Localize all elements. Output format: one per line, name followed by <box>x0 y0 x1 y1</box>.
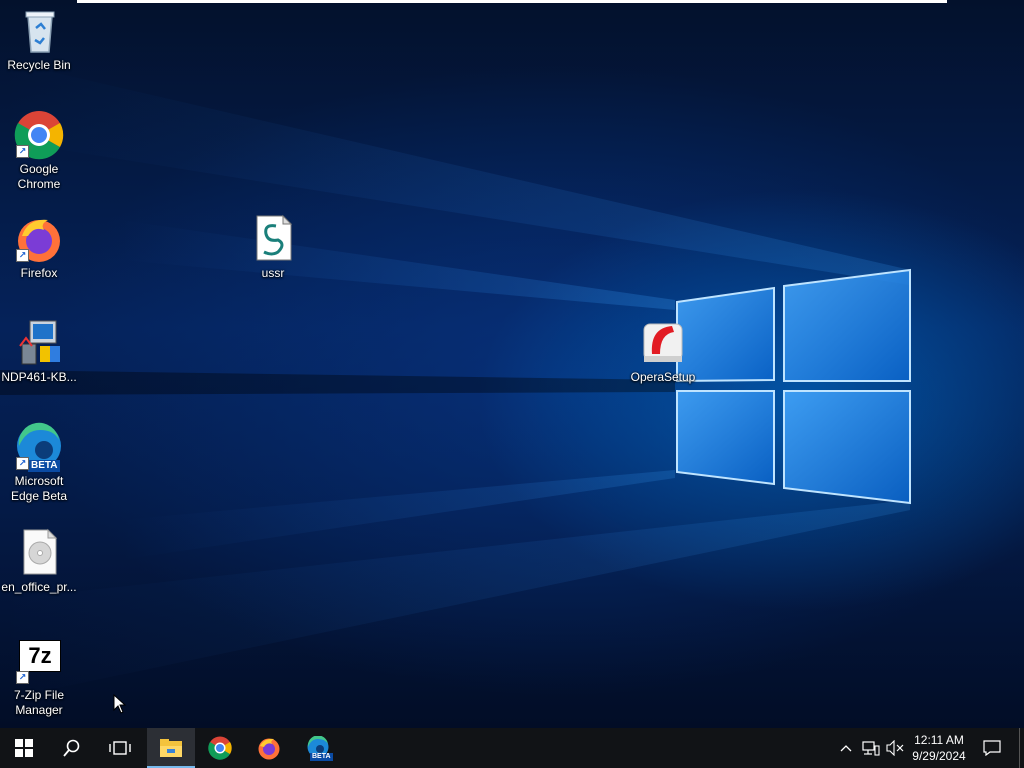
network-button[interactable] <box>860 728 882 768</box>
desktop-icon-label: Microsoft Edge Beta <box>10 474 68 503</box>
search-icon <box>63 739 80 757</box>
network-icon <box>862 741 880 756</box>
task-view-button[interactable] <box>96 728 144 768</box>
chevron-up-icon <box>840 745 852 752</box>
firefox-icon: ↗ <box>14 214 64 264</box>
taskbar-edge-beta[interactable]: BETA <box>294 728 342 768</box>
task-view-icon <box>109 741 131 755</box>
desktop-icon-office-iso[interactable]: en_office_pr... <box>0 528 79 595</box>
7zip-icon: 7z ↗ <box>14 636 64 686</box>
chrome-icon: ↗ <box>14 110 64 160</box>
taskbar-chrome[interactable] <box>196 728 244 768</box>
beta-badge: BETA <box>28 460 61 472</box>
desktop-icon-7zip-file-manager[interactable]: 7z ↗ 7-Zip File Manager <box>0 636 79 718</box>
desktop-icon-label: OperaSetup <box>630 370 696 384</box>
desktop-icon-operasetup[interactable]: OperaSetup <box>623 318 703 385</box>
folder-icon <box>160 739 182 757</box>
recycle-bin-icon <box>14 6 64 56</box>
show-desktop-button[interactable] <box>1019 728 1024 768</box>
volume-button[interactable] <box>884 728 906 768</box>
desktop-icon-label: Recycle Bin <box>7 58 71 72</box>
desktop-icon-recycle-bin[interactable]: Recycle Bin <box>0 6 79 73</box>
desktop-icon-ndp461-installer[interactable]: NDP461-KB... <box>0 318 79 385</box>
desktop[interactable]: Recycle Bin ↗ Google Chrome ↗ Firefox ND… <box>0 0 1024 728</box>
mouse-cursor-icon <box>113 694 127 714</box>
edge-beta-icon: BETA ↗ <box>14 422 64 472</box>
clock-time: 12:11 AM <box>914 733 964 747</box>
desktop-icon-label: en_office_pr... <box>1 580 77 594</box>
window-edge-strip <box>77 0 947 3</box>
action-center-button[interactable] <box>978 728 1006 768</box>
firefox-icon <box>258 738 280 760</box>
volume-muted-icon <box>886 740 904 756</box>
desktop-icon-label: NDP461-KB... <box>1 370 77 384</box>
installer-icon <box>14 318 64 368</box>
taskbar: BETA 12:11 AM 9/29/2024 <box>0 728 1024 768</box>
desktop-icon-label: 7-Zip File Manager <box>13 688 64 717</box>
taskbar-firefox[interactable] <box>245 728 293 768</box>
desktop-icon-google-chrome[interactable]: ↗ Google Chrome <box>0 110 79 192</box>
desktop-icon-label: Google Chrome <box>17 162 61 191</box>
clock-date: 9/29/2024 <box>912 749 966 763</box>
opera-setup-icon <box>638 318 688 368</box>
beta-badge: BETA <box>310 753 333 761</box>
start-button[interactable] <box>0 728 48 768</box>
7zip-logo: 7z <box>19 640 61 672</box>
shortcut-arrow-icon: ↗ <box>16 145 29 158</box>
desktop-icon-ussr[interactable]: ussr <box>233 214 313 281</box>
desktop-icon-microsoft-edge-beta[interactable]: BETA ↗ Microsoft Edge Beta <box>0 422 79 504</box>
desktop-icon-label: ussr <box>261 266 285 280</box>
windows-logo-icon <box>15 739 33 757</box>
shortcut-arrow-icon: ↗ <box>16 671 29 684</box>
taskbar-file-explorer[interactable] <box>147 728 195 768</box>
windows-wallpaper <box>0 60 911 700</box>
shortcut-arrow-icon: ↗ <box>16 249 29 262</box>
script-file-icon <box>248 214 298 264</box>
show-hidden-icons-button[interactable] <box>836 728 856 768</box>
disc-image-icon <box>14 528 64 578</box>
desktop-icon-firefox[interactable]: ↗ Firefox <box>0 214 79 281</box>
chrome-icon <box>208 736 232 760</box>
search-button[interactable] <box>48 728 96 768</box>
shortcut-arrow-icon: ↗ <box>16 457 29 470</box>
action-center-icon <box>983 740 1001 756</box>
clock[interactable]: 12:11 AM 9/29/2024 <box>905 732 973 764</box>
desktop-icon-label: Firefox <box>20 266 58 280</box>
